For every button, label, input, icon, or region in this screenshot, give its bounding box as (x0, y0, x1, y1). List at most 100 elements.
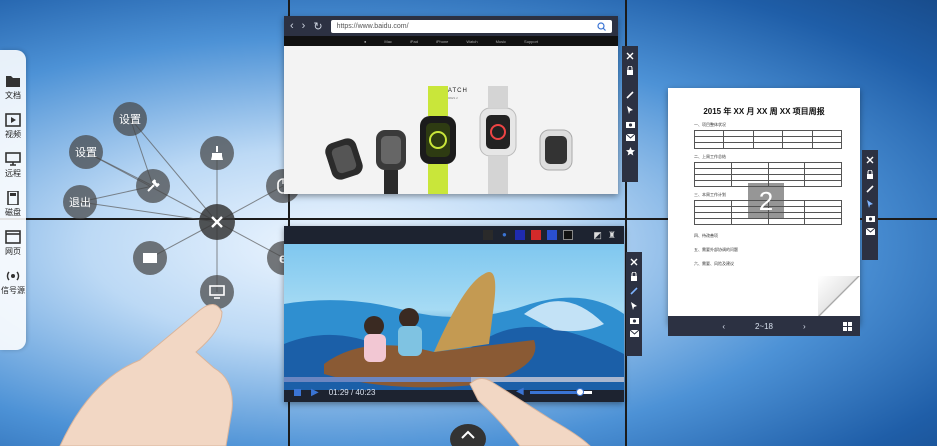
pen-icon[interactable] (866, 185, 874, 193)
board-icon (143, 253, 157, 263)
radial-settings-top[interactable]: 设置 (113, 102, 147, 136)
radial-exit[interactable]: 退出 (63, 185, 97, 219)
nav-item[interactable]: iPad (410, 39, 418, 44)
nav-item[interactable]: Watch (466, 39, 477, 44)
address-url: https://www.baidu.com/ (336, 22, 409, 30)
document-title: 2015 年 XX 月 XX 周 XX 项目周报 (703, 107, 825, 116)
radial-clean[interactable] (200, 136, 234, 170)
star-icon[interactable] (625, 147, 635, 156)
color-swatch-royal-blue[interactable] (547, 230, 558, 240)
document-section: 二、上周工作总结 (694, 154, 726, 159)
monitor-icon (5, 152, 21, 166)
total-time: 40:23 (355, 387, 376, 397)
current-time: 01:29 (328, 387, 349, 397)
dock-item-remote[interactable]: 远程 (0, 152, 26, 179)
previous-page-icon[interactable]: ‹ (722, 322, 725, 331)
video-icon (5, 113, 21, 127)
cursor-icon[interactable] (630, 301, 638, 310)
radial-settings-left-label: 设置 (75, 147, 97, 159)
grid-view-icon[interactable] (843, 321, 852, 331)
mail-icon[interactable] (625, 134, 635, 141)
radial-whiteboard[interactable] (133, 241, 167, 275)
monitor-icon (209, 285, 225, 299)
radial-exit-label: 退出 (69, 197, 91, 209)
volume-slider[interactable] (530, 388, 592, 396)
browser-window[interactable]: ‹ › ↻ https://www.baidu.com/ ● Mac iPad … (284, 16, 618, 194)
video-pen-toolbar: ● ◩ ♜ (284, 226, 624, 244)
radial-tools[interactable] (136, 169, 170, 203)
document-table (693, 130, 843, 149)
pen-size-small[interactable] (483, 230, 494, 240)
mail-icon[interactable] (865, 228, 875, 235)
nav-item[interactable]: Mac (384, 39, 392, 44)
dock-item-video[interactable]: 视频 (0, 113, 26, 140)
close-icon[interactable] (630, 258, 638, 266)
page-range: 2~18 (754, 321, 774, 331)
dock-label: 磁盘 (5, 208, 21, 217)
color-swatch-red[interactable] (531, 230, 542, 240)
nav-item[interactable]: Music (496, 39, 506, 44)
radial-settings-left[interactable]: 设置 (69, 135, 103, 169)
watch-product-image (325, 86, 573, 194)
radial-close-button[interactable] (199, 204, 235, 240)
apple-logo-icon[interactable]: ● (364, 39, 366, 44)
eraser-icon[interactable]: ◩ (593, 230, 602, 241)
dock-item-webpage[interactable]: 网页 (0, 230, 26, 257)
volume-icon[interactable]: ◀ (516, 386, 524, 397)
close-icon (211, 216, 223, 228)
video-frame (284, 244, 624, 390)
disk-icon (7, 191, 19, 205)
volume-knob[interactable] (575, 388, 584, 396)
play-icon[interactable]: ▶ (311, 387, 319, 398)
radial-settings-top-label: 设置 (119, 114, 141, 126)
next-page-icon[interactable]: › (803, 322, 806, 331)
nav-item[interactable]: Support (524, 39, 538, 44)
close-icon[interactable] (626, 52, 634, 60)
dock-label: 文档 (5, 91, 21, 100)
cursor-icon[interactable] (626, 105, 634, 114)
wrench-icon (147, 179, 160, 192)
video-scene-image (284, 272, 624, 390)
radial-screen[interactable] (200, 275, 234, 309)
back-icon[interactable]: ‹ (290, 20, 294, 32)
camera-icon[interactable] (865, 214, 875, 222)
pen-icon[interactable] (630, 287, 638, 295)
signal-icon (6, 271, 20, 281)
nav-item[interactable]: iPhone (436, 39, 448, 44)
webpage-icon (5, 230, 21, 244)
scroll-up-button[interactable] (450, 424, 486, 446)
mail-icon[interactable] (629, 330, 639, 337)
camera-icon[interactable] (629, 316, 639, 324)
page-curl[interactable] (818, 276, 860, 316)
lock-icon[interactable] (630, 272, 638, 281)
search-icon[interactable] (597, 21, 606, 31)
document-section: 五、需要外部协调的问题 (694, 247, 738, 252)
dock-label: 信号源 (1, 286, 25, 295)
lock-icon[interactable] (626, 66, 634, 75)
pen-size-large[interactable]: ● (499, 230, 509, 240)
current-page-indicator: 2 (748, 183, 784, 219)
chevron-up-icon (461, 430, 475, 439)
color-swatch-blue[interactable] (515, 230, 526, 240)
close-icon[interactable] (866, 156, 874, 164)
dock-item-disk[interactable]: 磁盘 (0, 191, 26, 218)
dock-item-documents[interactable]: 文档 (0, 74, 26, 101)
dock-label: 远程 (5, 169, 21, 178)
left-dock: 文档 视频 远程 磁盘 网页 信号源 (0, 50, 26, 350)
address-bar[interactable]: https://www.baidu.com/ (330, 19, 612, 33)
volume-fill (530, 391, 580, 394)
video-time: 01:29 / 40:23 (328, 387, 376, 397)
refresh-icon[interactable]: ↻ (313, 20, 322, 33)
camera-icon[interactable] (625, 120, 635, 128)
video-player-window[interactable]: ● ◩ ♜ ▶ 01:29 / 40:23 ◀ (284, 226, 624, 402)
cursor-icon[interactable] (866, 199, 874, 208)
stop-icon[interactable] (294, 388, 301, 396)
pen-icon[interactable] (626, 91, 634, 99)
forward-icon[interactable]: › (302, 20, 306, 32)
lock-icon[interactable] (866, 170, 874, 179)
dock-item-signal-source[interactable]: 信号源 (0, 269, 26, 296)
document-footer: ‹ 2~18 › (668, 316, 860, 336)
color-swatch-black[interactable] (563, 230, 574, 240)
broom-icon[interactable]: ♜ (608, 230, 616, 241)
broom-icon (211, 146, 223, 160)
